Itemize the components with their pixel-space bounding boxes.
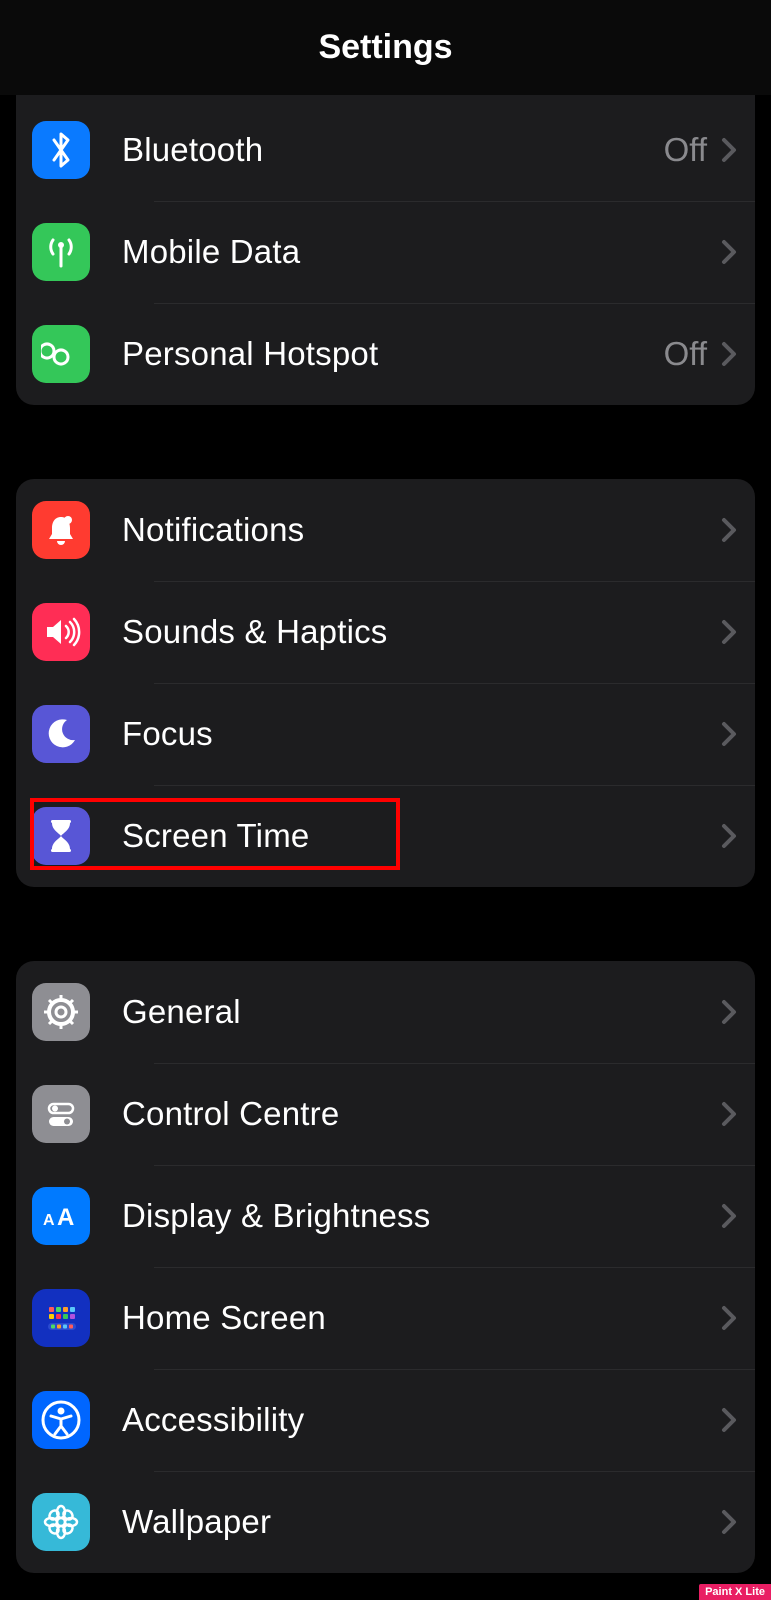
row-label: Home Screen bbox=[122, 1299, 721, 1337]
chevron-right-icon bbox=[721, 1407, 737, 1433]
settings-group-connectivity: Bluetooth Off Mobile Data Personal Hotsp… bbox=[16, 95, 755, 405]
watermark: Paint X Lite bbox=[699, 1584, 771, 1600]
row-screen-time[interactable]: Screen Time bbox=[16, 785, 755, 887]
row-label: General bbox=[122, 993, 721, 1031]
row-home-screen[interactable]: Home Screen bbox=[16, 1267, 755, 1369]
row-label: Bluetooth bbox=[122, 131, 664, 169]
chevron-right-icon bbox=[721, 999, 737, 1025]
header: Settings bbox=[0, 0, 771, 95]
accessibility-icon bbox=[32, 1391, 90, 1449]
chevron-right-icon bbox=[721, 1509, 737, 1535]
chevron-right-icon bbox=[721, 1101, 737, 1127]
row-accessibility[interactable]: Accessibility bbox=[16, 1369, 755, 1471]
hourglass-icon bbox=[32, 807, 90, 865]
row-label: Mobile Data bbox=[122, 233, 721, 271]
svg-text:A: A bbox=[57, 1204, 74, 1231]
chevron-right-icon bbox=[721, 137, 737, 163]
row-label: Personal Hotspot bbox=[122, 335, 664, 373]
page-title: Settings bbox=[318, 28, 452, 67]
row-control-centre[interactable]: Control Centre bbox=[16, 1063, 755, 1165]
bell-icon bbox=[32, 501, 90, 559]
chevron-right-icon bbox=[721, 619, 737, 645]
row-label: Display & Brightness bbox=[122, 1197, 721, 1235]
moon-icon bbox=[32, 705, 90, 763]
speaker-icon bbox=[32, 603, 90, 661]
row-focus[interactable]: Focus bbox=[16, 683, 755, 785]
row-label: Control Centre bbox=[122, 1095, 721, 1133]
settings-group-notifications: Notifications Sounds & Haptics Focus Scr… bbox=[16, 479, 755, 887]
chevron-right-icon bbox=[721, 341, 737, 367]
row-bluetooth[interactable]: Bluetooth Off bbox=[16, 99, 755, 201]
row-label: Wallpaper bbox=[122, 1503, 721, 1541]
chevron-right-icon bbox=[721, 721, 737, 747]
text-size-icon: AA bbox=[32, 1187, 90, 1245]
row-label: Accessibility bbox=[122, 1401, 721, 1439]
row-sounds-haptics[interactable]: Sounds & Haptics bbox=[16, 581, 755, 683]
row-display-brightness[interactable]: AA Display & Brightness bbox=[16, 1165, 755, 1267]
chevron-right-icon bbox=[721, 1305, 737, 1331]
antenna-icon bbox=[32, 223, 90, 281]
row-value: Off bbox=[664, 131, 707, 169]
row-label: Screen Time bbox=[122, 817, 721, 855]
row-general[interactable]: General bbox=[16, 961, 755, 1063]
row-notifications[interactable]: Notifications bbox=[16, 479, 755, 581]
link-icon bbox=[32, 325, 90, 383]
settings-group-general: General Control Centre AA Display & Brig… bbox=[16, 961, 755, 1573]
row-label: Focus bbox=[122, 715, 721, 753]
chevron-right-icon bbox=[721, 1203, 737, 1229]
bluetooth-icon bbox=[32, 121, 90, 179]
chevron-right-icon bbox=[721, 517, 737, 543]
switches-icon bbox=[32, 1085, 90, 1143]
row-label: Notifications bbox=[122, 511, 721, 549]
row-value: Off bbox=[664, 335, 707, 373]
row-label: Sounds & Haptics bbox=[122, 613, 721, 651]
settings-list: Bluetooth Off Mobile Data Personal Hotsp… bbox=[0, 95, 771, 1573]
row-mobile-data[interactable]: Mobile Data bbox=[16, 201, 755, 303]
app-grid-icon bbox=[32, 1289, 90, 1347]
svg-text:A: A bbox=[43, 1212, 55, 1229]
flower-icon bbox=[32, 1493, 90, 1551]
gear-icon bbox=[32, 983, 90, 1041]
row-wallpaper[interactable]: Wallpaper bbox=[16, 1471, 755, 1573]
chevron-right-icon bbox=[721, 239, 737, 265]
chevron-right-icon bbox=[721, 823, 737, 849]
row-personal-hotspot[interactable]: Personal Hotspot Off bbox=[16, 303, 755, 405]
